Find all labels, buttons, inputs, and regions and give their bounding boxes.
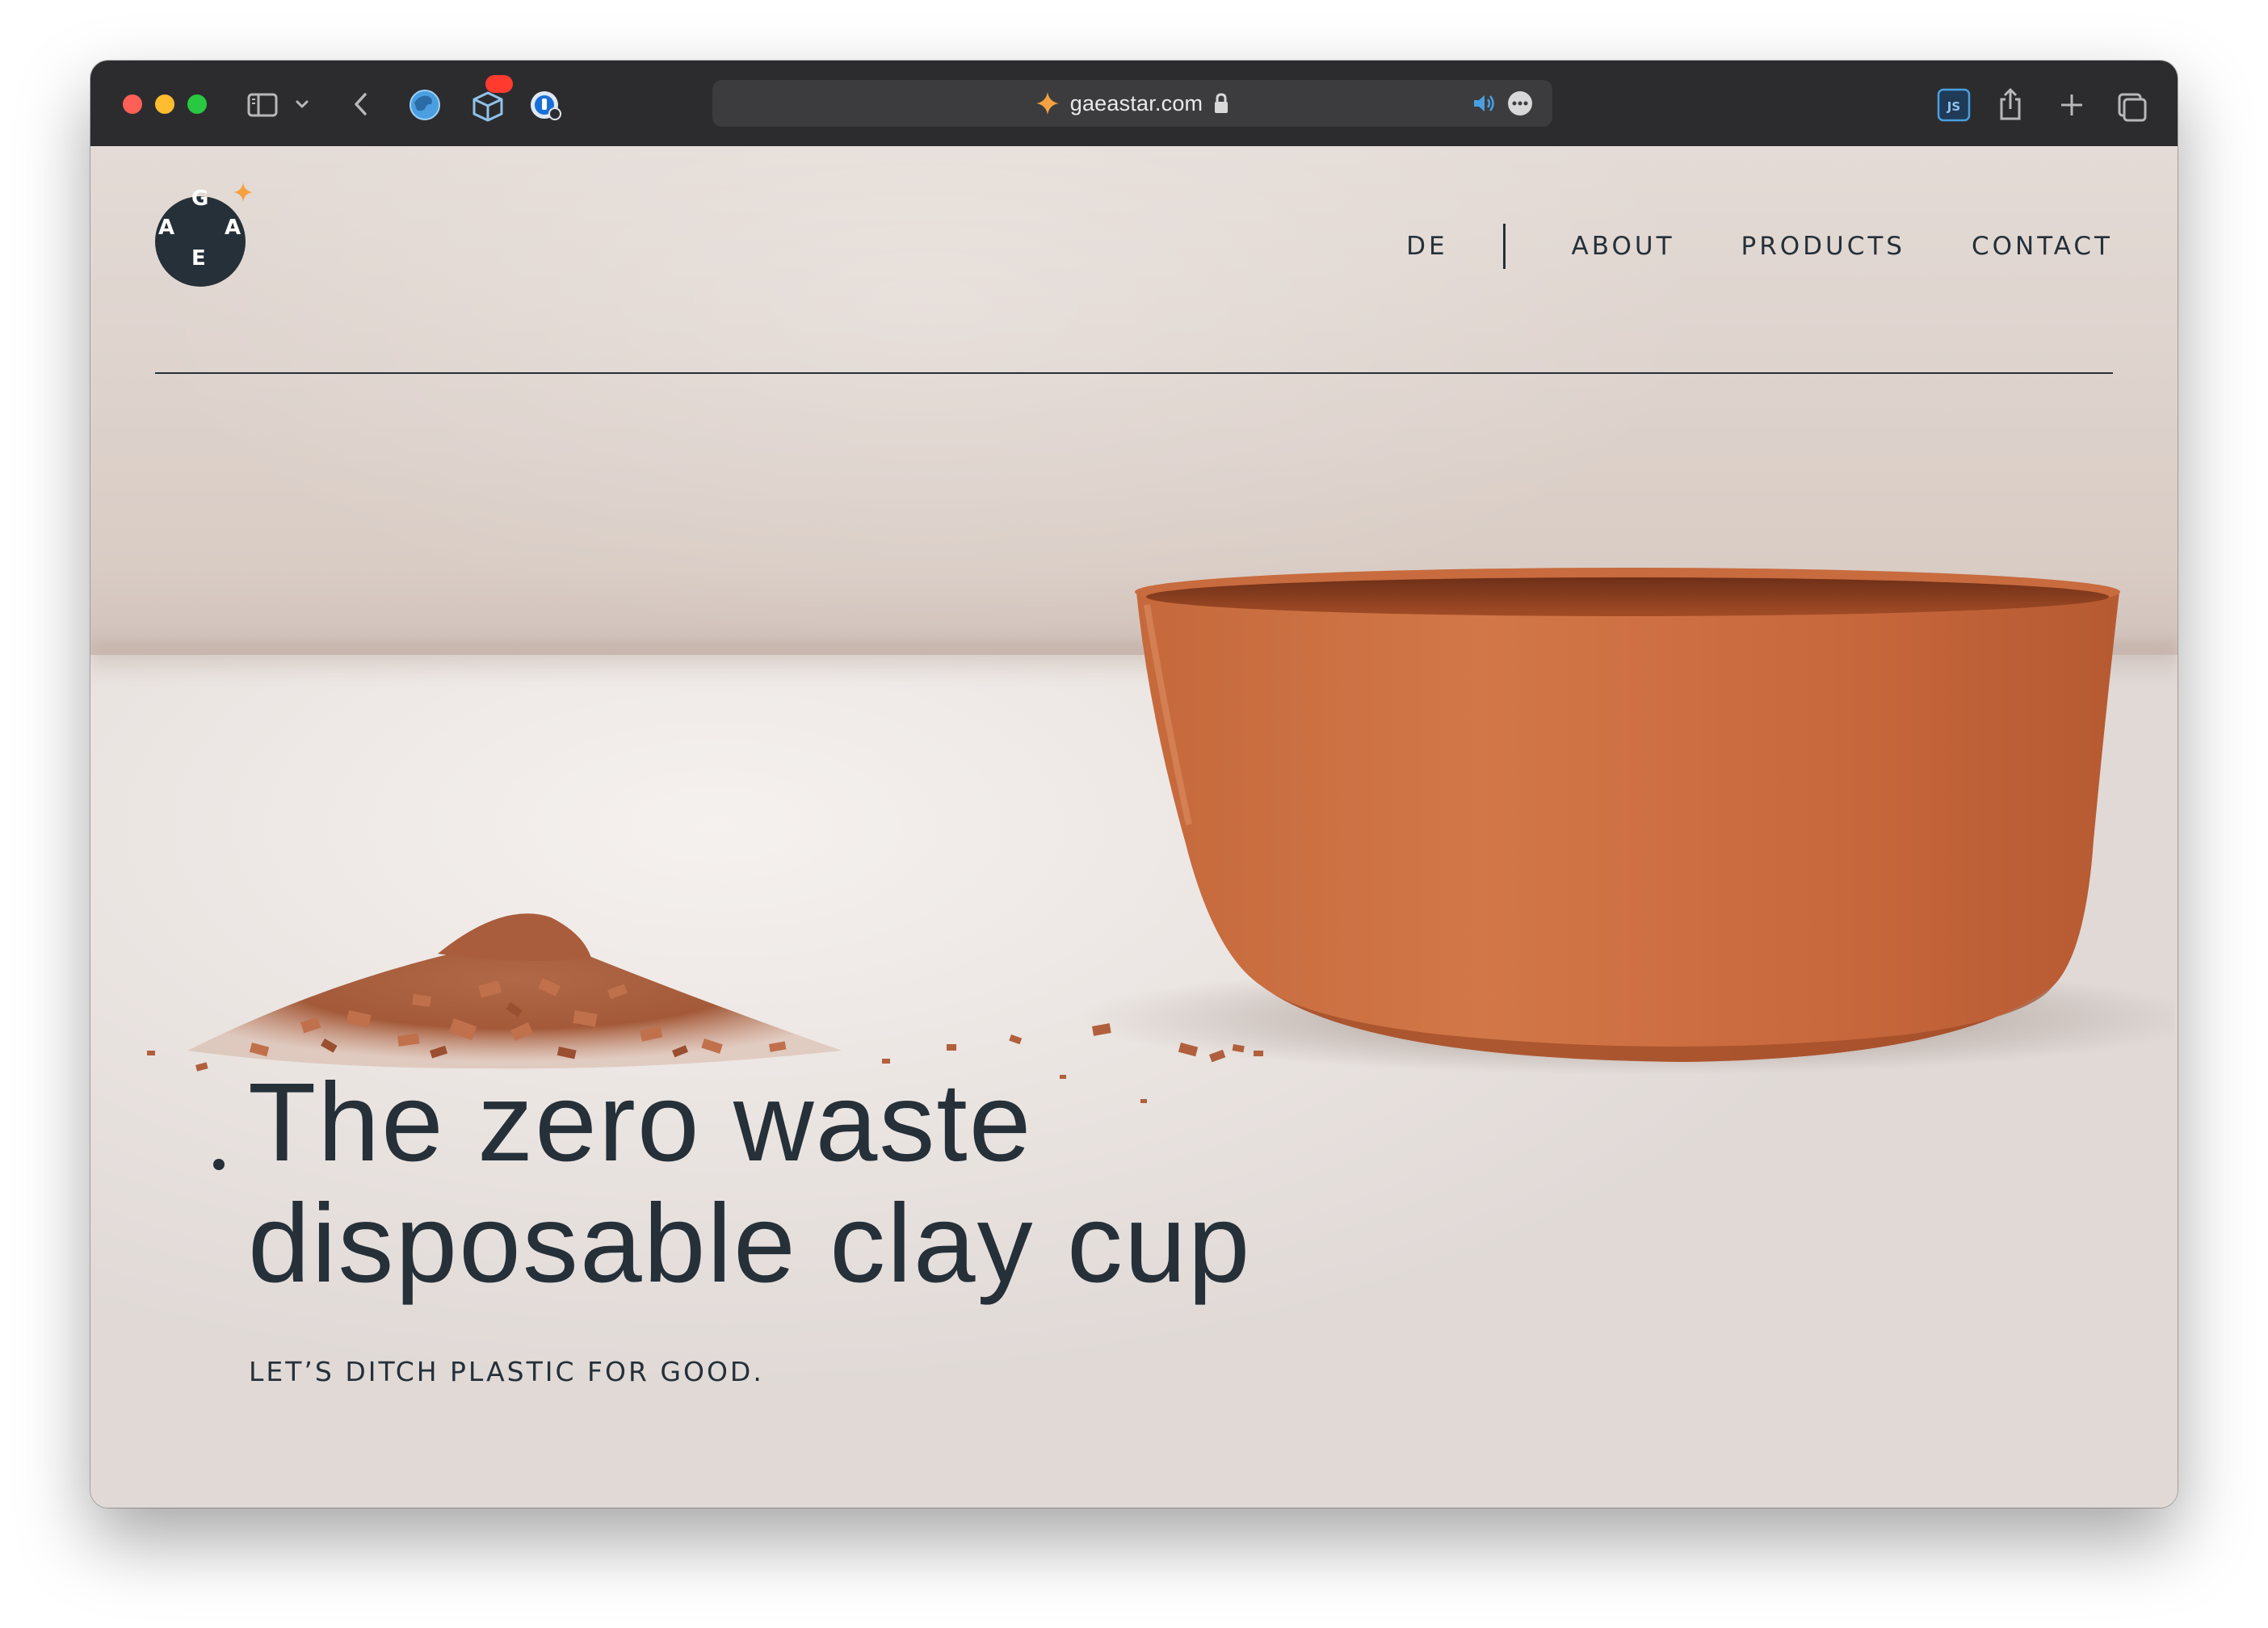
star-icon xyxy=(233,183,253,202)
close-window-button[interactable] xyxy=(123,94,142,114)
nav-products[interactable]: PRODUCTS xyxy=(1741,232,1905,261)
nav-about[interactable]: ABOUT xyxy=(1572,232,1675,261)
url-text: gaeastar.com xyxy=(1069,90,1203,115)
logo-letter: A xyxy=(225,216,242,240)
browser-toolbar: gaeastar.com JS xyxy=(90,61,2178,147)
notification-badge xyxy=(485,75,513,93)
minimize-window-button[interactable] xyxy=(155,94,174,114)
hero-bullet-dot xyxy=(213,1159,225,1170)
hero-title-line-2: disposable clay cup xyxy=(248,1181,1252,1306)
nav-language-de[interactable]: DE xyxy=(1406,232,1447,261)
chevron-down-icon[interactable] xyxy=(293,85,311,124)
tab-overview-icon[interactable] xyxy=(2116,85,2148,124)
hero-title: The zero waste disposable clay cup xyxy=(248,1062,1621,1304)
hero-title-line-1: The zero waste xyxy=(248,1060,1033,1185)
package-extension-icon[interactable] xyxy=(468,75,513,124)
logo-letter: E xyxy=(191,246,206,271)
site-logo[interactable]: G A A E xyxy=(155,182,268,287)
hero-subtitle: LET’S DITCH PLASTIC FOR GOOD. xyxy=(249,1356,764,1387)
plus-icon[interactable] xyxy=(2058,85,2085,124)
screenshot-stage: gaeastar.com JS G A A E DE ABOUT PRODUCT… xyxy=(0,0,2268,1628)
share-icon[interactable] xyxy=(1997,85,2024,124)
logo-letter: G xyxy=(191,187,209,211)
javascript-extension-icon[interactable]: JS xyxy=(1936,85,1972,124)
header-divider xyxy=(155,372,2113,374)
logo-letter: A xyxy=(158,216,175,240)
nav-divider xyxy=(1502,224,1506,269)
svg-text:JS: JS xyxy=(1947,99,1960,114)
chevron-left-icon[interactable] xyxy=(349,85,373,124)
lock-icon xyxy=(1215,93,1228,113)
browser-window: gaeastar.com JS G A A E DE ABOUT PRODUCT… xyxy=(90,61,2178,1508)
sidebar-icon[interactable] xyxy=(246,85,280,124)
site-header: G A A E DE ABOUT PRODUCTS CONTACT xyxy=(155,146,2113,374)
ellipsis-icon[interactable] xyxy=(1507,90,1533,116)
main-nav: DE ABOUT PRODUCTS CONTACT xyxy=(1406,224,2113,269)
nav-contact[interactable]: CONTACT xyxy=(1972,232,2113,261)
address-bar[interactable]: gaeastar.com xyxy=(712,80,1552,127)
globe-extension-icon[interactable] xyxy=(407,85,443,124)
web-page: G A A E DE ABOUT PRODUCTS CONTACT The ze… xyxy=(90,146,2178,1508)
password-extension-icon[interactable] xyxy=(528,85,564,124)
sparkle-icon xyxy=(1035,92,1059,115)
speaker-icon[interactable] xyxy=(1472,92,1496,115)
zoom-window-button[interactable] xyxy=(187,94,207,114)
